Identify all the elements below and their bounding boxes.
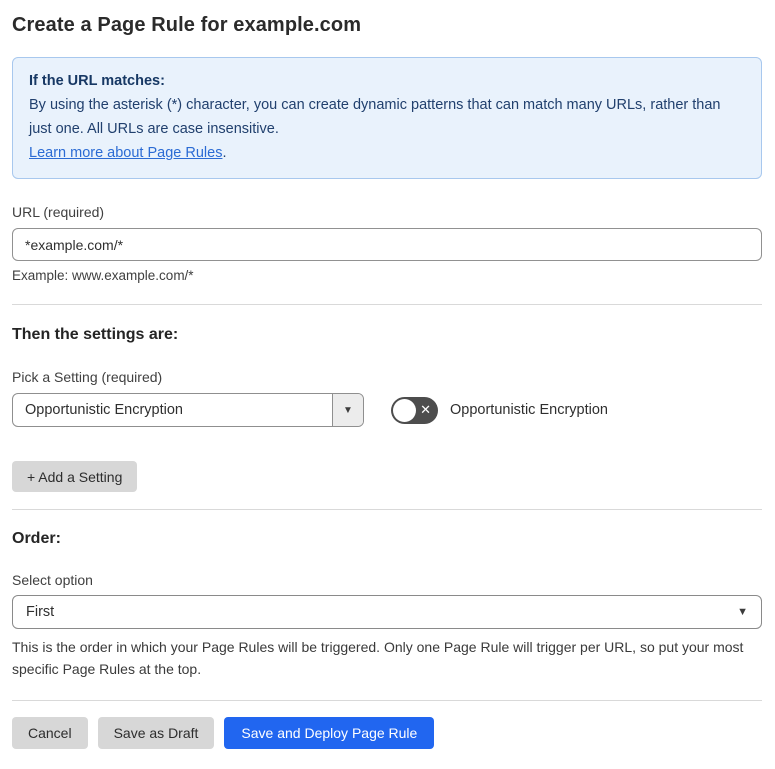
order-select-value: First: [26, 604, 55, 620]
toggle-label: Opportunistic Encryption: [450, 402, 608, 418]
url-matches-info-callout: If the URL matches: By using the asteris…: [12, 57, 762, 179]
setting-select-arrow-button[interactable]: ▼: [332, 394, 363, 426]
add-setting-button[interactable]: + Add a Setting: [12, 461, 138, 492]
divider: [12, 304, 762, 305]
callout-link-line: Learn more about Page Rules.: [29, 141, 745, 165]
setting-select-value: Opportunistic Encryption: [25, 402, 183, 418]
divider: [12, 509, 762, 510]
order-help-text: This is the order in which your Page Rul…: [12, 639, 744, 677]
pick-setting-label: Pick a Setting (required): [12, 369, 163, 385]
callout-body: By using the asterisk (*) character, you…: [29, 93, 745, 141]
callout-link-suffix: .: [222, 145, 227, 161]
learn-more-link[interactable]: Learn more about Page Rules: [29, 145, 222, 161]
create-page-rule-panel: Create a Page Rule for example.com If th…: [0, 0, 775, 769]
order-select[interactable]: First ▼: [12, 595, 762, 629]
order-section-heading: Order:: [12, 530, 61, 547]
url-field-label: URL (required): [12, 204, 105, 220]
save-and-deploy-button[interactable]: Save and Deploy Page Rule: [224, 717, 435, 749]
cancel-button[interactable]: Cancel: [12, 717, 88, 749]
save-as-draft-button[interactable]: Save as Draft: [97, 717, 215, 749]
chevron-down-icon: ▼: [737, 606, 748, 618]
divider: [12, 700, 762, 701]
opportunistic-encryption-toggle[interactable]: ✕: [391, 396, 438, 424]
chevron-down-icon: ▼: [343, 404, 353, 416]
footer-actions: Cancel Save as Draft Save and Deploy Pag…: [12, 717, 762, 749]
setting-row: Opportunistic Encryption ▼ ✕ Opportunist…: [12, 393, 762, 427]
toggle-knob: [393, 398, 416, 422]
order-select-label: Select option: [12, 572, 93, 588]
callout-heading: If the URL matches:: [29, 73, 165, 89]
toggle-off-x-icon: ✕: [420, 402, 431, 418]
setting-select[interactable]: Opportunistic Encryption ▼: [12, 393, 364, 427]
callout-body-text: By using the asterisk (*) character, you…: [29, 97, 721, 137]
url-input[interactable]: [12, 228, 762, 261]
url-example-text: Example: www.example.com/*: [12, 268, 194, 283]
page-title: Create a Page Rule for example.com: [12, 14, 362, 36]
settings-section-heading: Then the settings are:: [12, 326, 179, 343]
